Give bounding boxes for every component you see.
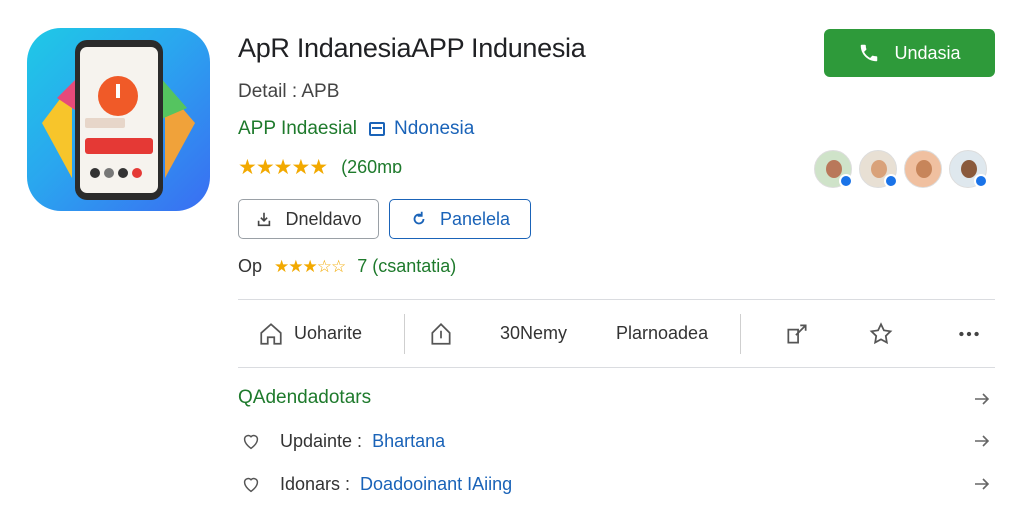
star-icon — [869, 321, 893, 344]
avatar[interactable] — [949, 150, 988, 188]
panel-button[interactable]: Panelela — [389, 199, 531, 239]
sub-rating-stars: ★★★☆☆ — [274, 256, 346, 276]
heart-icon — [243, 477, 259, 493]
refresh-icon — [413, 211, 425, 225]
favorite-action-label: Uoharite — [294, 323, 363, 343]
developer-link[interactable]: Ndonesia — [369, 118, 474, 140]
developer-name[interactable]: APP Indaesial — [238, 118, 357, 140]
open-action[interactable] — [784, 300, 810, 367]
more-action[interactable] — [956, 300, 982, 367]
arrow-right-icon[interactable] — [972, 389, 992, 409]
sub-rating-label: Op — [238, 256, 263, 276]
phone-icon — [861, 44, 878, 62]
share-action[interactable] — [428, 300, 454, 367]
developer-link-label: Ndonesia — [394, 118, 475, 139]
arrow-right-icon[interactable] — [972, 474, 992, 494]
info-list-heading[interactable]: QAdendadotars — [238, 387, 371, 409]
count-action[interactable]: 30Nemy — [500, 300, 567, 367]
wishlist-action[interactable] — [868, 300, 894, 367]
verified-icon — [839, 174, 853, 188]
list-item-value: Bhartana — [372, 430, 446, 451]
more-icon — [959, 331, 979, 336]
panel-button-label: Panelela — [439, 208, 511, 229]
home-icon — [260, 322, 282, 345]
sub-rating-meta[interactable]: 7 (csantatia) — [357, 256, 456, 277]
list-item-key: Updainte : — [280, 430, 363, 451]
separator — [404, 314, 405, 354]
download-button-label: Dneldavo — [285, 208, 362, 229]
app-icon — [27, 28, 210, 211]
count-action-label: 30Nemy — [500, 323, 568, 343]
sub-rating-row: Op ★★★☆☆ 7 (csantatia) — [238, 256, 456, 277]
verified-icon — [974, 174, 988, 188]
open-external-icon — [787, 323, 807, 344]
reviewer-avatars — [814, 150, 988, 188]
action-bar: Uoharite 30Nemy Plarnoadea — [238, 300, 995, 367]
list-item[interactable]: Idonars : Doadooinant IAiing — [240, 473, 512, 495]
share-icon — [431, 322, 451, 345]
verified-icon — [884, 174, 898, 188]
avatar[interactable] — [814, 150, 853, 188]
avatar[interactable] — [904, 150, 942, 188]
developer-row: APP Indaesial Ndonesia — [238, 118, 474, 140]
download-icon — [258, 212, 271, 227]
planned-action[interactable]: Plarnoadea — [616, 300, 708, 367]
heart-icon — [243, 434, 259, 450]
arrow-right-icon[interactable] — [972, 431, 992, 451]
avatar[interactable] — [859, 150, 898, 188]
planned-action-label: Plarnoadea — [616, 323, 709, 343]
window-icon — [369, 122, 386, 136]
install-button[interactable]: Undasia — [824, 29, 995, 77]
list-item-key: Idonars : — [280, 473, 351, 494]
list-item-value: Doadooinant IAiing — [360, 473, 513, 494]
favorite-action[interactable]: Uoharite — [258, 300, 362, 367]
separator — [740, 314, 741, 354]
list-item[interactable]: Updainte : Bhartana — [240, 430, 445, 452]
app-subtitle: Detail : APB — [238, 81, 340, 102]
download-button[interactable]: Dneldavo — [238, 199, 379, 239]
rating-row: ★★★★★ (260mɒ — [238, 155, 402, 180]
rating-count[interactable]: (260mɒ — [341, 157, 402, 178]
rating-stars: ★★★★★ — [238, 156, 328, 179]
divider — [238, 367, 995, 368]
app-title: ApR IndanesiaAPP Indunesia — [238, 33, 586, 63]
install-button-label: Undasia — [894, 42, 961, 63]
